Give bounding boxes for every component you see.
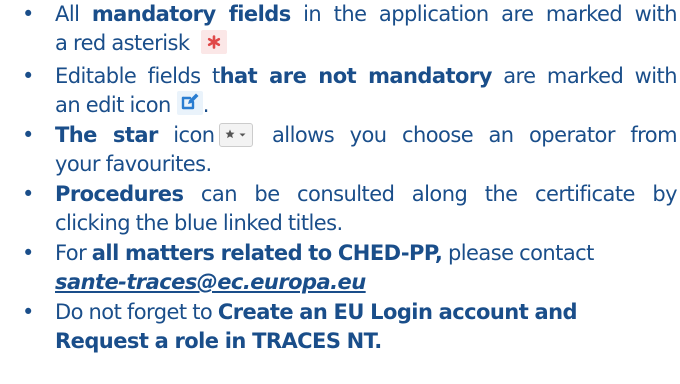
mandatory-fields-label: mandatory fields xyxy=(91,2,291,26)
bullet: • xyxy=(22,123,34,147)
contact-email-link[interactable]: sante-traces@ec.europa.eu xyxy=(55,270,366,294)
procedures-label: Procedures xyxy=(55,182,184,206)
star-label: The star xyxy=(55,123,158,147)
star-dropdown-button[interactable] xyxy=(218,123,253,147)
bullet: • xyxy=(22,64,34,88)
instruction-list: • All mandatory fields in the applicatio… xyxy=(22,2,678,353)
star-icon xyxy=(225,129,235,139)
bullet: • xyxy=(22,241,34,265)
edit-icon xyxy=(176,91,203,115)
bullet: • xyxy=(22,182,34,206)
caret-down-icon xyxy=(239,133,246,137)
asterisk-icon xyxy=(201,30,228,54)
bullet: • xyxy=(22,2,34,26)
bullet: • xyxy=(22,300,34,324)
